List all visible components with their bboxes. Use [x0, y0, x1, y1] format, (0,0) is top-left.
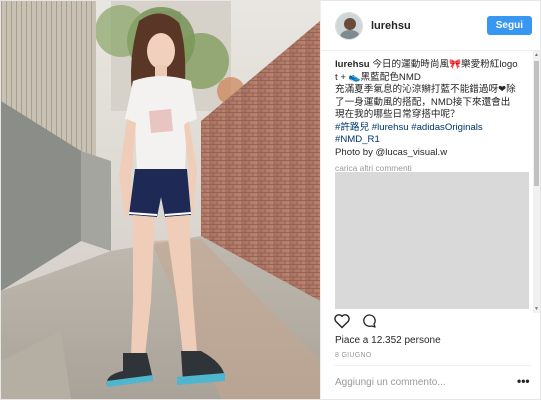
caption-credit: Photo by @lucas_visual.w	[335, 146, 448, 158]
caption-text-2: t + 👟黑藍配色NMD	[335, 71, 421, 83]
header-username[interactable]: lurehsu	[371, 20, 487, 32]
caption-text-1: 今日的運動時尚風🎀樂愛粉紅logo	[372, 59, 518, 70]
comment-bubble-icon[interactable]	[361, 313, 377, 329]
divider	[335, 365, 531, 366]
scroll-thumb[interactable]	[534, 61, 539, 186]
post-actions	[333, 313, 377, 329]
avatar-image	[336, 12, 362, 39]
follow-button[interactable]: Segui	[486, 16, 532, 35]
caption-hashtag-2[interactable]: #NMD_R1	[335, 134, 533, 147]
comment-input[interactable]	[335, 373, 505, 391]
post-header: lurehsu Segui	[321, 1, 540, 51]
likes-count[interactable]: Piace a 12.352 persone	[335, 335, 441, 346]
post-side-panel: lurehsu Segui lurehsu 今日的運動時尚風🎀樂愛粉紅logo …	[320, 1, 540, 399]
caption-text-3: 充滿夏季氣息的沁涼辮打藍不能錯過呀❤除	[335, 84, 516, 95]
post-date: 8 GIUGNO	[335, 352, 372, 359]
photo-illustration	[1, 1, 320, 399]
more-options-icon[interactable]: •••	[517, 375, 530, 387]
caption-hashtags[interactable]: #許路兒 #lurehsu #adidasOriginals	[335, 122, 533, 135]
instagram-post: lurehsu Segui lurehsu 今日的運動時尚風🎀樂愛粉紅logo …	[0, 0, 541, 400]
scroll-down-arrow-icon[interactable]: ▼	[533, 305, 540, 313]
caption-username[interactable]: lurehsu	[335, 59, 370, 70]
heart-icon[interactable]	[333, 313, 351, 329]
caption-area: lurehsu 今日的運動時尚風🎀樂愛粉紅logo t + 👟黑藍配色NMD 充…	[335, 59, 533, 309]
caption-line-1: lurehsu 今日的運動時尚風🎀樂愛粉紅logo	[335, 59, 533, 72]
scroll-up-arrow-icon[interactable]: ▲	[533, 51, 540, 59]
caption-text-4: 了一身運動風的搭配，NMD接下來還會出	[335, 96, 511, 108]
caption-text-5: 現在我的哪些日常穿搭中呢？	[335, 109, 460, 120]
post-photo[interactable]	[1, 1, 320, 399]
avatar[interactable]	[335, 11, 363, 40]
comments-scrollbar[interactable]: ▲ ▼	[533, 51, 540, 313]
comments-placeholder	[335, 172, 529, 309]
